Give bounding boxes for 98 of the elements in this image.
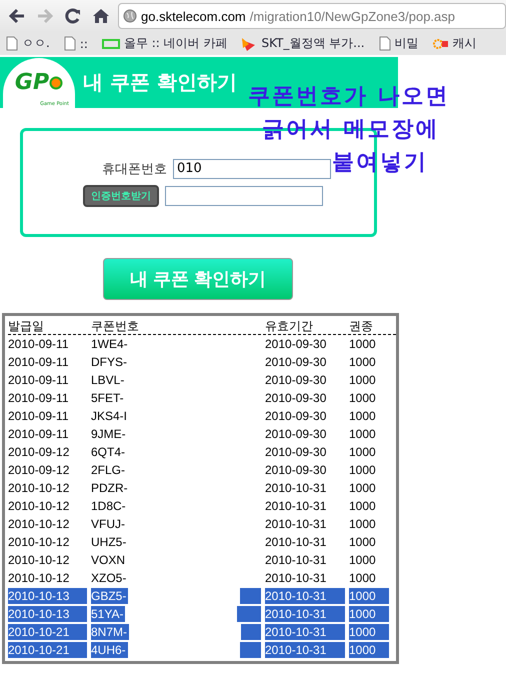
table-cell-text: 1000	[349, 534, 377, 550]
table-cell: 2010-10-31	[265, 606, 345, 622]
table-cell-text: 1000	[349, 480, 377, 496]
rectangle-icon	[102, 38, 120, 48]
table-cell: 2010-10-21	[8, 642, 87, 658]
table-cell-text: 1000	[349, 444, 377, 460]
phone-field[interactable]: 010	[173, 158, 331, 178]
table-cell-text: 2010-09-30	[265, 372, 328, 388]
table-cell-text: 2010-10-31	[265, 534, 328, 550]
table-cell-text: 2010-10-12	[8, 516, 70, 532]
table-cell-text: 2010-09-30	[265, 354, 328, 370]
table-cell-text: 1000	[349, 354, 377, 370]
table-cell-text: 2010-09-11	[8, 426, 70, 442]
bookmark[interactable]: SKT_월정액 부가...	[241, 35, 365, 52]
column-header: 권종	[349, 318, 374, 334]
table-cell-text: VFUJ-	[91, 516, 126, 532]
table-cell-text: PDZR-	[91, 480, 129, 496]
bookmark[interactable]: ㅇㅇ.	[6, 35, 50, 52]
table-cell-text: 1000	[349, 498, 377, 514]
table-cell-text: 5FET-	[91, 390, 125, 406]
table-cell-text: 2010-09-11	[8, 390, 70, 406]
table-cell-text: 1000	[349, 462, 377, 478]
table-cell-text: 2010-09-11	[8, 372, 70, 388]
phone-label: 휴대폰번호	[101, 160, 167, 178]
table-cell-text: 2010-09-11	[8, 354, 70, 370]
table-cell: 2010-10-31	[265, 588, 345, 604]
table-cell-text: 9JME-	[91, 426, 127, 442]
table-cell-text: 2010-09-11	[8, 408, 70, 424]
table-cell: 2010-10-31	[265, 642, 345, 658]
table-cell-text: DFYS-	[91, 354, 128, 370]
table-cell-text: 1000	[349, 336, 377, 352]
table-cell: 1000	[349, 606, 389, 622]
table-cell-text: 1D8C-	[91, 498, 127, 514]
table-cell: 4UH6-	[91, 642, 128, 658]
table-cell: 1000	[349, 642, 389, 658]
table-cell-text: 2010-10-31	[265, 552, 328, 568]
table-cell-text: 1000	[349, 516, 377, 532]
table-cell-text: 2010-10-12	[8, 480, 70, 496]
table-cell-text: 2010-09-12	[8, 444, 70, 460]
table-cell-text: 1000	[349, 552, 377, 568]
table-cell-text: UHZ5-	[91, 534, 128, 550]
bookmark[interactable]: 캐시	[432, 35, 477, 52]
auth-code-field[interactable]	[165, 186, 323, 206]
table-cell-text: 2010-10-12	[8, 552, 70, 568]
table-cell-text: 2010-09-30	[265, 336, 328, 352]
table-cell-text: 2010-10-31	[265, 516, 328, 532]
page-icon	[64, 36, 76, 51]
column-header: 쿠폰번호	[91, 318, 140, 334]
table-cell-text: 2010-10-31	[265, 498, 328, 514]
table-cell-text: 2010-10-12	[8, 570, 70, 586]
table-cell-text: 2010-09-30	[265, 408, 328, 424]
address-bar[interactable]: go.sktelecom.com /migration10/NewGpZone3/pop.asp	[118, 3, 506, 29]
page-icon	[6, 36, 18, 51]
page-title: 내 쿠폰 확인하기	[83, 69, 237, 96]
table-cell-text: 1000	[349, 372, 377, 388]
selection-highlight	[241, 624, 261, 640]
globe-icon	[123, 9, 137, 23]
column-header: 유효기간	[265, 318, 314, 334]
table-cell-text: 2010-10-31	[265, 480, 328, 496]
table-cell-text: 2010-10-31	[265, 570, 328, 586]
table-cell-text: LBVL-	[91, 372, 126, 388]
ok-icon	[432, 36, 449, 50]
table-cell: 2010-10-13	[8, 588, 87, 604]
table-cell: 1000	[349, 588, 389, 604]
table-cell-text: 2010-09-11	[8, 336, 70, 352]
table-cell: GBZ5-	[91, 588, 128, 604]
table-cell: 2010-10-31	[265, 624, 345, 640]
table-cell-text: 2010-09-30	[265, 444, 328, 460]
table-cell-text: 2010-10-12	[8, 534, 70, 550]
table-cell: 2010-10-13	[8, 606, 87, 622]
table-cell-text: 1000	[349, 426, 377, 442]
table-cell-text: 1000	[349, 570, 377, 586]
table-cell: 51YA-	[91, 606, 126, 622]
table-cell-text: 2010-09-30	[265, 390, 328, 406]
bookmark[interactable]: 올무 :: 네이버 카페	[102, 35, 228, 52]
table-cell-text: 1000	[349, 408, 377, 424]
selection-highlight	[237, 606, 261, 622]
table-cell-text: 6QT4-	[91, 444, 126, 460]
bookmark[interactable]: 비밀	[378, 35, 419, 52]
table-cell-text: 2FLG-	[91, 462, 126, 478]
table-cell-text: 2010-09-30	[265, 462, 328, 478]
table-cell: 1000	[349, 624, 389, 640]
table-cell-text: 1000	[349, 390, 377, 406]
auth-code-button[interactable]: 인증번호받기	[83, 184, 159, 206]
bookmark[interactable]: ::	[64, 36, 88, 51]
table-cell-text: 2010-09-12	[8, 462, 70, 478]
page-icon	[378, 36, 391, 51]
table-cell-text: JKS4-I	[91, 408, 128, 424]
table-cell-text: 1WE4-	[91, 336, 129, 352]
column-header: 발급일	[8, 318, 45, 334]
table-cell-text: 2010-10-12	[8, 498, 70, 514]
selection-highlight	[240, 588, 261, 604]
table-cell: 2010-10-21	[8, 624, 87, 640]
table-cell: 8N7M-	[91, 624, 130, 640]
table-cell-text: VOXN	[91, 552, 126, 568]
selection-highlight	[240, 642, 261, 658]
table-cell-text: XZO5-	[91, 570, 128, 586]
table-cell-text: 2010-09-30	[265, 426, 328, 442]
